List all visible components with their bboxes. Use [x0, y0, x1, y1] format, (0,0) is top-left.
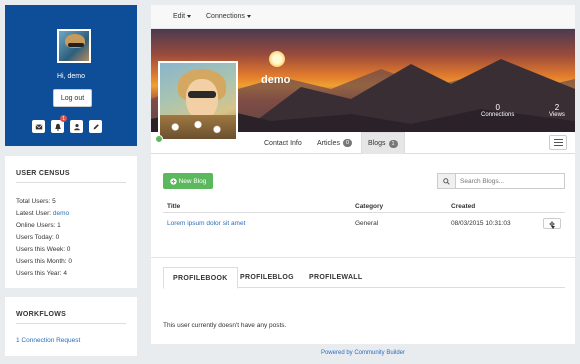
profile-menu-bar: Edit Connections: [151, 5, 575, 29]
user-card: Hi, demo Log out 1: [5, 5, 137, 146]
census-item: Users Today: 0: [16, 234, 60, 241]
tab-profilebook[interactable]: PROFILEBOOK: [163, 267, 238, 289]
search-icon: [437, 173, 455, 189]
pencil-icon[interactable]: [89, 120, 102, 133]
caret-down-icon: [551, 226, 555, 229]
articles-count-badge: 0: [342, 139, 353, 147]
blog-search: [437, 173, 565, 189]
footer: Powered by Community Builder: [151, 350, 575, 356]
plus-circle-icon: [169, 177, 177, 185]
online-status-icon: [155, 135, 163, 143]
census-item: Total Users: 5: [16, 198, 56, 205]
views-stat: 2 Views: [549, 103, 565, 118]
divider: [16, 323, 126, 324]
table-row: Lorem ipsum dolor sit amet General 08/03…: [163, 213, 565, 233]
user-actions: 1: [32, 115, 102, 133]
latest-user-link[interactable]: demo: [53, 210, 69, 217]
profile-photo[interactable]: [158, 61, 238, 141]
census-item: Online Users: 1: [16, 222, 61, 229]
census-list: Total Users: 5 Latest User: demo Online …: [16, 196, 72, 280]
census-title: USER CENSUS: [16, 170, 70, 177]
user-avatar[interactable]: [57, 29, 91, 63]
caret-down-icon: [246, 14, 251, 18]
row-actions-button[interactable]: [543, 218, 561, 229]
connections-menu[interactable]: Connections: [206, 13, 251, 20]
activity-tabs: PROFILEBOOK PROFILEBLOG PROFILEWALL: [163, 267, 565, 289]
column-title[interactable]: Title: [167, 203, 180, 210]
connection-request-link[interactable]: 1 Connection Request: [16, 337, 80, 344]
search-input[interactable]: [455, 173, 565, 189]
envelope-icon[interactable]: [32, 120, 45, 133]
profile-main: Edit Connections demo 0 Connections 2 View…: [151, 5, 575, 344]
tab-articles[interactable]: Articles 0: [311, 132, 358, 154]
tab-contact-info[interactable]: Contact Info: [258, 132, 308, 154]
edit-menu[interactable]: Edit: [173, 13, 192, 20]
connections-stat[interactable]: 0 Connections: [481, 103, 514, 118]
column-category[interactable]: Category: [355, 203, 383, 210]
greeting: Hi, demo: [56, 73, 85, 80]
bell-icon[interactable]: 1: [51, 115, 67, 133]
blog-created: 08/03/2015 10:31:03: [451, 220, 511, 227]
empty-posts-message: This user currently doesn't have any pos…: [163, 322, 287, 329]
table-header: Title Category Created: [163, 199, 565, 213]
census-item: Latest User: demo: [16, 210, 70, 217]
blogs-count-badge: 1: [388, 139, 398, 148]
tab-blogs[interactable]: Blogs 1: [361, 132, 405, 154]
tab-profilewall[interactable]: PROFILEWALL: [300, 267, 371, 288]
new-blog-button[interactable]: New Blog: [163, 173, 213, 189]
user-census-panel: USER CENSUS Total Users: 5 Latest User: …: [5, 156, 137, 288]
divider: [16, 182, 126, 183]
census-item: Users this Month: 0: [16, 258, 72, 265]
powered-by-link[interactable]: Powered by Community Builder: [321, 350, 405, 356]
blogs-table: Title Category Created Lorem ipsum dolor…: [163, 199, 565, 233]
census-item: Users this Year: 4: [16, 270, 67, 277]
caret-down-icon: [187, 14, 192, 18]
logout-button[interactable]: Log out: [53, 89, 92, 107]
blog-title-link[interactable]: Lorem ipsum dolor sit amet: [167, 220, 245, 227]
notification-badge: 1: [60, 115, 67, 122]
tab-profileblog[interactable]: PROFILEBLOG: [231, 267, 303, 288]
workflows-title: WORKFLOWS: [16, 311, 67, 318]
profile-username: demo: [261, 74, 291, 86]
column-created[interactable]: Created: [451, 203, 475, 210]
blog-category: General: [355, 220, 379, 227]
section-divider: [151, 257, 575, 258]
menu-toggle-icon[interactable]: [549, 135, 567, 150]
census-item: Users this Week: 0: [16, 246, 71, 253]
user-icon[interactable]: [70, 120, 83, 133]
workflows-panel: WORKFLOWS 1 Connection Request: [5, 297, 137, 356]
